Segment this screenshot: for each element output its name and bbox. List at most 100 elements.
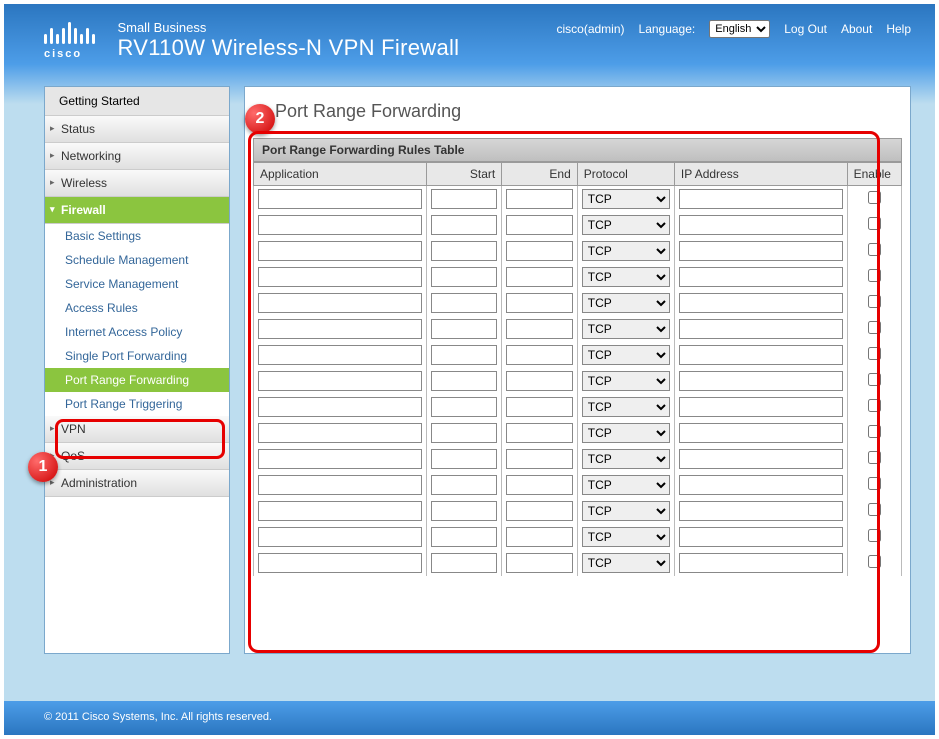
nav-section-wireless[interactable]: Wireless xyxy=(45,170,229,197)
protocol-select[interactable]: TCP xyxy=(582,189,670,209)
nav-item-port-range-forwarding[interactable]: Port Range Forwarding xyxy=(45,368,229,392)
enable-checkbox[interactable] xyxy=(868,321,881,334)
nav-item-basic-settings[interactable]: Basic Settings xyxy=(45,224,229,248)
start-input[interactable] xyxy=(431,527,498,547)
start-input[interactable] xyxy=(431,267,498,287)
end-input[interactable] xyxy=(506,553,573,573)
end-input[interactable] xyxy=(506,267,573,287)
ip-address-input[interactable] xyxy=(679,267,843,287)
ip-address-input[interactable] xyxy=(679,553,843,573)
end-input[interactable] xyxy=(506,397,573,417)
application-input[interactable] xyxy=(258,215,422,235)
enable-checkbox[interactable] xyxy=(868,425,881,438)
start-input[interactable] xyxy=(431,345,498,365)
protocol-select[interactable]: TCP xyxy=(582,423,670,443)
end-input[interactable] xyxy=(506,501,573,521)
application-input[interactable] xyxy=(258,527,422,547)
protocol-select[interactable]: TCP xyxy=(582,397,670,417)
application-input[interactable] xyxy=(258,319,422,339)
ip-address-input[interactable] xyxy=(679,293,843,313)
ip-address-input[interactable] xyxy=(679,319,843,339)
nav-item-internet-access-policy[interactable]: Internet Access Policy xyxy=(45,320,229,344)
end-input[interactable] xyxy=(506,241,573,261)
enable-checkbox[interactable] xyxy=(868,269,881,282)
nav-section-status[interactable]: Status xyxy=(45,116,229,143)
nav-item-service-management[interactable]: Service Management xyxy=(45,272,229,296)
protocol-select[interactable]: TCP xyxy=(582,527,670,547)
application-input[interactable] xyxy=(258,475,422,495)
enable-checkbox[interactable] xyxy=(868,295,881,308)
application-input[interactable] xyxy=(258,553,422,573)
start-input[interactable] xyxy=(431,241,498,261)
enable-checkbox[interactable] xyxy=(868,399,881,412)
protocol-select[interactable]: TCP xyxy=(582,267,670,287)
application-input[interactable] xyxy=(258,189,422,209)
start-input[interactable] xyxy=(431,501,498,521)
end-input[interactable] xyxy=(506,423,573,443)
application-input[interactable] xyxy=(258,293,422,313)
end-input[interactable] xyxy=(506,527,573,547)
start-input[interactable] xyxy=(431,475,498,495)
nav-section-networking[interactable]: Networking xyxy=(45,143,229,170)
ip-address-input[interactable] xyxy=(679,241,843,261)
end-input[interactable] xyxy=(506,475,573,495)
logout-link[interactable]: Log Out xyxy=(784,22,827,36)
enable-checkbox[interactable] xyxy=(868,529,881,542)
application-input[interactable] xyxy=(258,501,422,521)
application-input[interactable] xyxy=(258,371,422,391)
nav-getting-started[interactable]: Getting Started xyxy=(45,87,229,116)
end-input[interactable] xyxy=(506,293,573,313)
start-input[interactable] xyxy=(431,449,498,469)
enable-checkbox[interactable] xyxy=(868,373,881,386)
ip-address-input[interactable] xyxy=(679,449,843,469)
protocol-select[interactable]: TCP xyxy=(582,319,670,339)
end-input[interactable] xyxy=(506,345,573,365)
protocol-select[interactable]: TCP xyxy=(582,553,670,573)
enable-checkbox[interactable] xyxy=(868,217,881,230)
ip-address-input[interactable] xyxy=(679,345,843,365)
end-input[interactable] xyxy=(506,371,573,391)
nav-item-port-range-triggering[interactable]: Port Range Triggering xyxy=(45,392,229,416)
protocol-select[interactable]: TCP xyxy=(582,449,670,469)
language-select[interactable]: English xyxy=(709,20,770,38)
protocol-select[interactable]: TCP xyxy=(582,501,670,521)
protocol-select[interactable]: TCP xyxy=(582,293,670,313)
end-input[interactable] xyxy=(506,319,573,339)
nav-item-access-rules[interactable]: Access Rules xyxy=(45,296,229,320)
end-input[interactable] xyxy=(506,449,573,469)
enable-checkbox[interactable] xyxy=(868,503,881,516)
ip-address-input[interactable] xyxy=(679,371,843,391)
ip-address-input[interactable] xyxy=(679,189,843,209)
start-input[interactable] xyxy=(431,423,498,443)
application-input[interactable] xyxy=(258,449,422,469)
nav-item-single-port-forwarding[interactable]: Single Port Forwarding xyxy=(45,344,229,368)
nav-item-schedule-management[interactable]: Schedule Management xyxy=(45,248,229,272)
about-link[interactable]: About xyxy=(841,22,872,36)
nav-section-vpn[interactable]: VPN xyxy=(45,416,229,443)
ip-address-input[interactable] xyxy=(679,501,843,521)
nav-section-administration[interactable]: Administration xyxy=(45,470,229,497)
application-input[interactable] xyxy=(258,241,422,261)
application-input[interactable] xyxy=(258,345,422,365)
ip-address-input[interactable] xyxy=(679,423,843,443)
start-input[interactable] xyxy=(431,319,498,339)
protocol-select[interactable]: TCP xyxy=(582,241,670,261)
ip-address-input[interactable] xyxy=(679,397,843,417)
application-input[interactable] xyxy=(258,423,422,443)
application-input[interactable] xyxy=(258,267,422,287)
protocol-select[interactable]: TCP xyxy=(582,345,670,365)
start-input[interactable] xyxy=(431,189,498,209)
content-scroll[interactable]: Port Range Forwarding Port Range Forward… xyxy=(245,87,910,653)
protocol-select[interactable]: TCP xyxy=(582,475,670,495)
enable-checkbox[interactable] xyxy=(868,347,881,360)
nav-section-qos[interactable]: QoS xyxy=(45,443,229,470)
start-input[interactable] xyxy=(431,371,498,391)
protocol-select[interactable]: TCP xyxy=(582,215,670,235)
help-link[interactable]: Help xyxy=(886,22,911,36)
end-input[interactable] xyxy=(506,215,573,235)
start-input[interactable] xyxy=(431,215,498,235)
ip-address-input[interactable] xyxy=(679,215,843,235)
start-input[interactable] xyxy=(431,397,498,417)
start-input[interactable] xyxy=(431,553,498,573)
ip-address-input[interactable] xyxy=(679,475,843,495)
